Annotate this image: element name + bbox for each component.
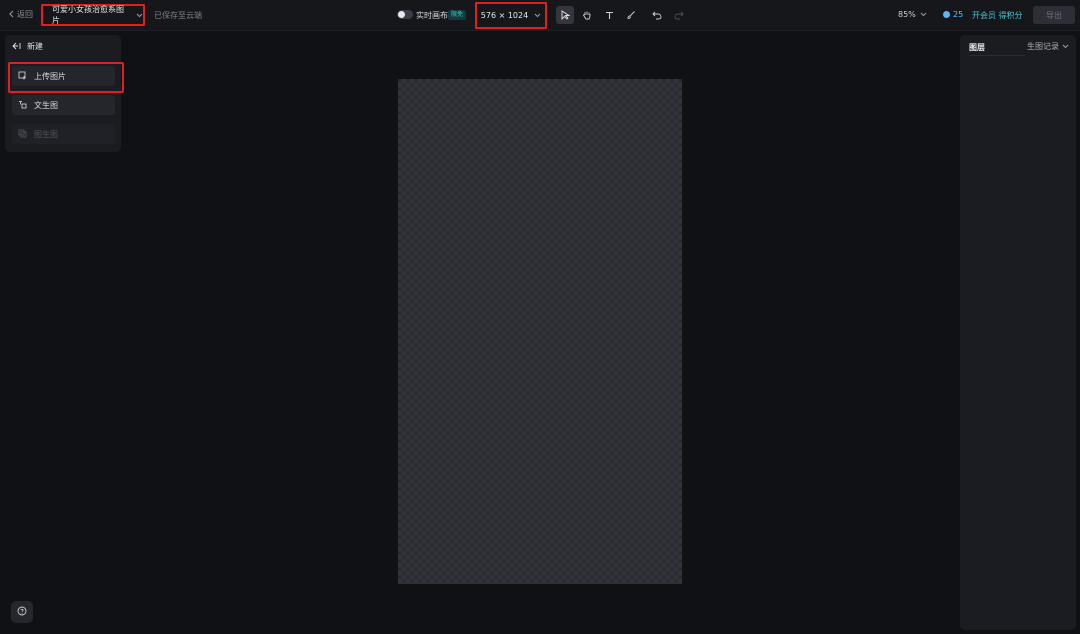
zoom-value: 85%: [898, 10, 916, 19]
export-button[interactable]: 导出: [1033, 6, 1075, 24]
help-icon: [17, 606, 27, 619]
credit-coin-icon: [943, 11, 950, 18]
tab-generation-history[interactable]: 生图记录: [1027, 41, 1069, 52]
undo-icon[interactable]: [648, 6, 666, 24]
project-title: 可爱小女孩治愈系图片: [52, 5, 124, 25]
help-button[interactable]: [11, 601, 33, 623]
canvas-size-value: 576 × 1024: [480, 11, 529, 20]
back-label: 返回: [17, 10, 33, 19]
text-to-image-button[interactable]: 文生图: [12, 95, 115, 115]
right-panel: [960, 35, 1076, 630]
project-title-dropdown[interactable]: 可爱小女孩治愈系图片: [41, 4, 145, 26]
hand-tool-icon[interactable]: [578, 6, 596, 24]
text-tool-icon[interactable]: [600, 6, 618, 24]
vip-link[interactable]: 开会员 得积分: [972, 10, 1023, 21]
new-icon: [12, 42, 21, 52]
chevron-left-icon: [8, 10, 14, 20]
image-to-image-button[interactable]: 图生图: [12, 124, 115, 144]
text-to-image-label: 文生图: [34, 100, 58, 110]
canvas-size-dropdown[interactable]: 576 × 1024: [475, 2, 547, 29]
chevron-down-icon: [136, 11, 143, 20]
tab-history-label: 生图记录: [1027, 42, 1059, 51]
tab-layers[interactable]: 图层: [969, 42, 985, 53]
chevron-down-icon: [1062, 42, 1069, 51]
brush-tool-icon[interactable]: [622, 6, 640, 24]
tab-divider: [969, 55, 1025, 56]
image-to-image-icon: [18, 129, 27, 140]
free-badge: 限免: [448, 10, 467, 20]
artboard-canvas[interactable]: [398, 79, 682, 584]
image-to-image-label: 图生图: [34, 129, 58, 139]
realtime-canvas-toggle[interactable]: [397, 10, 413, 19]
new-label: 新建: [27, 42, 43, 51]
realtime-canvas-label: 实时画布: [416, 11, 448, 20]
chevron-down-icon: [920, 10, 927, 19]
select-tool-icon[interactable]: [556, 6, 574, 24]
redo-icon[interactable]: [670, 6, 688, 24]
credits-counter: 25: [943, 10, 963, 19]
chevron-down-icon: [534, 11, 541, 20]
new-header: 新建: [12, 41, 43, 52]
back-button[interactable]: 返回: [8, 9, 33, 20]
save-status: 已保存至云端: [154, 11, 202, 20]
credits-value: 25: [953, 10, 964, 19]
text-to-image-icon: [18, 100, 27, 111]
upload-highlight-box: [8, 62, 124, 93]
zoom-dropdown[interactable]: 85%: [898, 10, 927, 19]
